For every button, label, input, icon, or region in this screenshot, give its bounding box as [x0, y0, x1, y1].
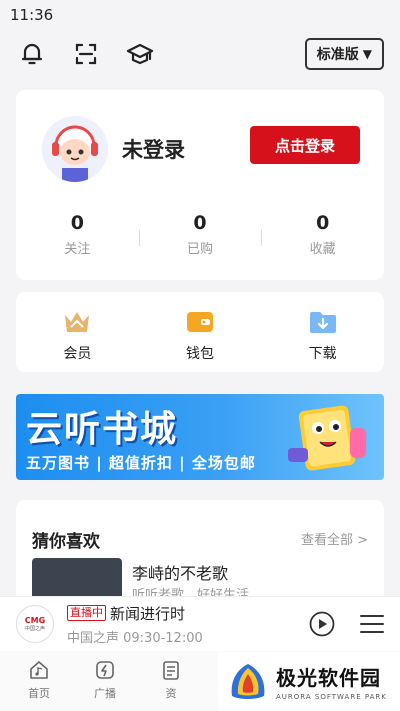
services-card: 会员 钱包 下载 — [16, 292, 384, 372]
station-logo-text: CMG — [24, 616, 46, 625]
top-bar: 标准版 ▼ — [0, 26, 400, 82]
chevron-right-icon: > — [357, 533, 368, 548]
watermark-name-en: AURORA SOFTWARE PARK — [276, 693, 387, 701]
section-title: 猜你喜欢 — [32, 532, 100, 552]
username: 未登录 — [122, 138, 185, 162]
stat-favorites[interactable]: 0 收藏 — [261, 212, 384, 257]
login-button[interactable]: 点击登录 — [250, 126, 360, 164]
home-music-icon — [30, 661, 48, 679]
service-membership[interactable]: 会员 — [16, 292, 139, 372]
live-badge: 直播中 — [67, 605, 106, 621]
radio-icon — [96, 661, 114, 679]
banner-subtitle: 五万图书 | 超值折扣 | 全场包邮 — [26, 454, 256, 472]
status-time: 11:36 — [10, 6, 54, 24]
status-bar: 11:36 — [0, 0, 400, 26]
book-mascot-icon — [288, 405, 366, 471]
service-label: 会员 — [63, 346, 92, 362]
stat-label: 关注 — [64, 242, 91, 257]
service-label: 下载 — [308, 346, 337, 362]
wallet-icon — [187, 312, 213, 332]
stat-value: 0 — [316, 212, 330, 234]
service-wallet[interactable]: 钱包 — [139, 292, 262, 372]
tab-label: 首页 — [28, 687, 50, 700]
play-icon[interactable] — [309, 611, 335, 637]
stat-value: 0 — [70, 212, 84, 234]
user-stats: 0 关注 0 已购 0 收藏 — [16, 212, 384, 257]
caret-down-icon: ▼ — [362, 47, 372, 61]
document-icon — [163, 661, 179, 680]
avatar[interactable] — [42, 116, 108, 182]
tab-label: 资 — [165, 687, 177, 700]
watermark-name: 极光软件园 — [276, 666, 381, 690]
view-all-link[interactable]: 查看全部 > — [301, 529, 368, 548]
user-card: 未登录 点击登录 0 关注 0 已购 0 收藏 — [16, 90, 384, 280]
cap-icon[interactable] — [123, 37, 157, 71]
service-label: 钱包 — [186, 346, 214, 362]
banner-title: 云听书城 — [26, 409, 179, 450]
station-logo-sub: 中国之声 — [24, 626, 45, 632]
aurora-logo-icon — [231, 663, 265, 699]
playlist-icon[interactable] — [359, 612, 385, 636]
stat-purchased[interactable]: 0 已购 — [138, 212, 262, 257]
edition-label: 标准版 — [316, 47, 359, 63]
tab-label: 广播 — [94, 687, 116, 700]
watermark: 极光软件园 AURORA SOFTWARE PARK — [218, 652, 400, 711]
download-folder-icon — [309, 312, 336, 333]
bell-icon[interactable] — [15, 37, 49, 71]
tab-home[interactable]: 首页 — [6, 651, 72, 711]
program-subtitle: 中国之声 09:30-12:00 — [67, 631, 203, 646]
recommend-section: 猜你喜欢 查看全部 > 李峙的不老歌 听听老歌，好好生活 — [16, 500, 384, 610]
mini-player[interactable]: CMG 中国之声 直播中 新闻进行时 中国之声 09:30-12:00 — [0, 596, 400, 651]
stat-label: 已购 — [187, 242, 214, 257]
scan-icon[interactable] — [69, 37, 103, 71]
stat-label: 收藏 — [309, 242, 336, 257]
service-download[interactable]: 下载 — [261, 292, 384, 372]
tab-info[interactable]: 资 — [138, 651, 204, 711]
stat-value: 0 — [193, 212, 207, 234]
edition-switch-button[interactable]: 标准版 ▼ — [304, 38, 384, 70]
stat-following[interactable]: 0 关注 — [16, 212, 139, 257]
program-title: 新闻进行时 — [110, 605, 186, 623]
watermark-text: 极光软件园 AURORA SOFTWARE PARK — [276, 662, 387, 701]
crown-icon — [65, 312, 90, 332]
tab-radio[interactable]: 广播 — [72, 651, 138, 711]
album-title[interactable]: 李峙的不老歌 — [132, 560, 228, 584]
view-all-label: 查看全部 — [300, 533, 353, 548]
station-logo: CMG 中国之声 — [16, 605, 54, 643]
promo-banner[interactable]: 云听书城 五万图书 | 超值折扣 | 全场包邮 — [16, 394, 384, 480]
